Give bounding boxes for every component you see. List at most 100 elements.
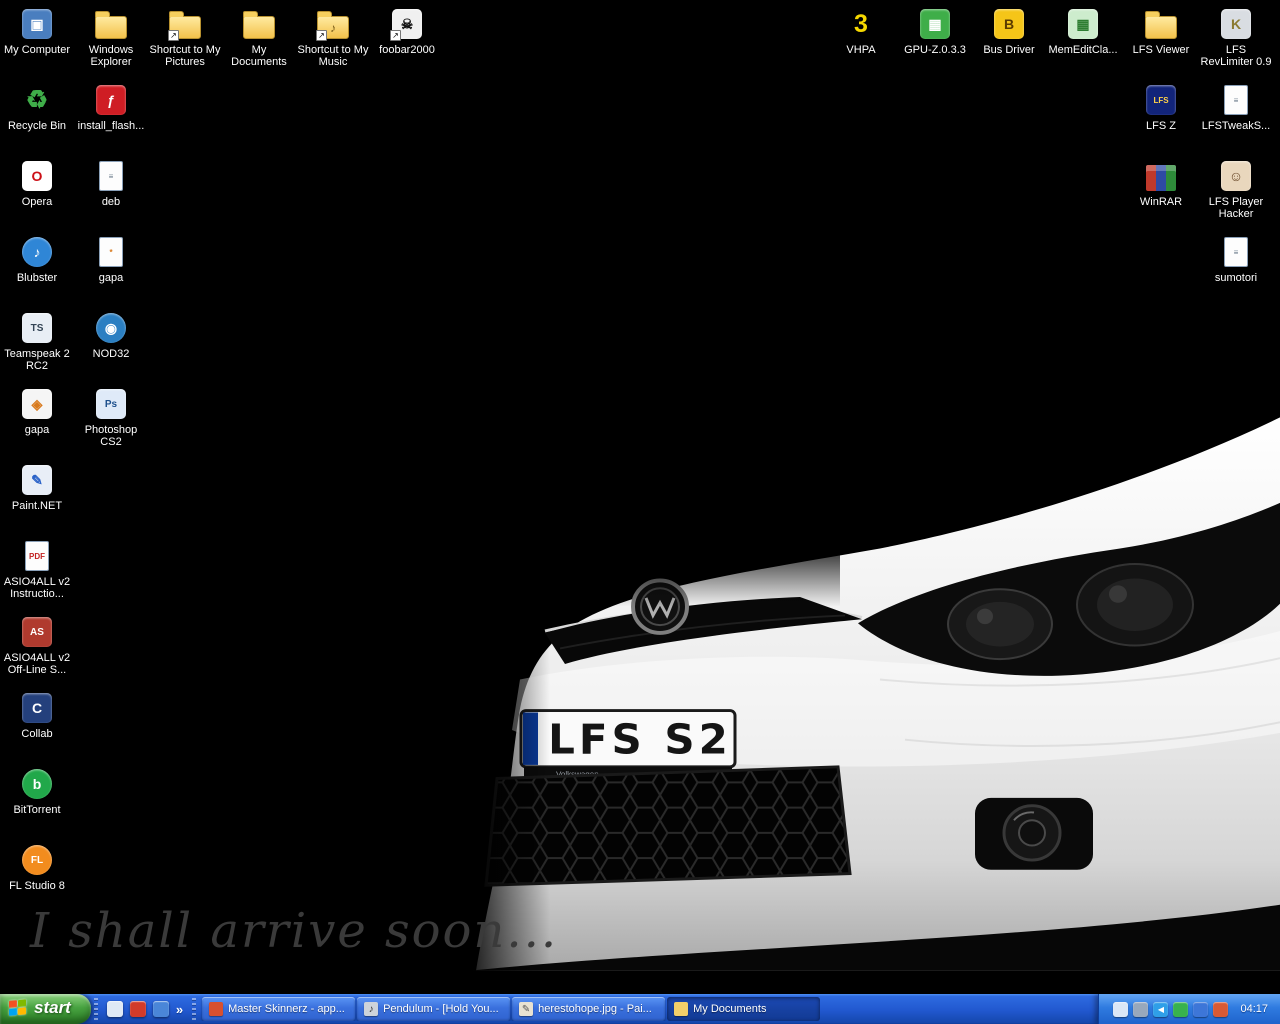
bus-driver-icon: B	[992, 7, 1026, 41]
icon-label: foobar2000	[379, 44, 435, 56]
my-documents-icon-shape	[243, 11, 275, 39]
desktop-icon-install-flash[interactable]: ƒ install_flash...	[74, 78, 148, 154]
desktop-icon-asio4all-v2-offline-setup[interactable]: AS ASIO4ALL v2 Off-Line S...	[0, 610, 74, 686]
desktop-icon-foobar2000[interactable]: ☠ ↗ foobar2000	[370, 2, 444, 78]
desktop-icon-bittorrent[interactable]: b BitTorrent	[0, 762, 74, 838]
desktop-icon-nod32[interactable]: ◉ NOD32	[74, 306, 148, 382]
my-computer-icon-shape: ▣	[22, 9, 52, 39]
shortcut-arrow-icon: ↗	[390, 30, 401, 41]
quick-launch-player-icon[interactable]	[152, 1001, 169, 1017]
sumotori-icon-shape: ≡	[1224, 237, 1248, 267]
desktop-icon-lfstweaks[interactable]: ≡ LFSTweakS...	[1199, 78, 1273, 154]
desktop-icon-photoshop-cs2[interactable]: Ps Photoshop CS2	[74, 382, 148, 458]
taskbar-grip[interactable]	[192, 998, 197, 1020]
desktop-icon-gapa-notepad[interactable]: * gapa	[74, 230, 148, 306]
task-foobar-pendulum[interactable]: ♪ Pendulum - [Hold You...	[357, 997, 511, 1021]
fl-studio-8-icon: FL	[20, 843, 54, 877]
desktop-icon-opera[interactable]: O Opera	[0, 154, 74, 230]
icon-label: Shortcut to My Music	[297, 44, 369, 68]
icon-label: LFS RevLimiter 0.9	[1200, 44, 1272, 68]
install-flash-icon: ƒ	[94, 83, 128, 117]
desktop-icon-windows-explorer[interactable]: Windows Explorer	[74, 2, 148, 78]
icon-label: install_flash...	[77, 120, 145, 132]
taskbar-clock[interactable]: 04:17	[1240, 1003, 1268, 1015]
desktop-icon-lfs-viewer[interactable]: LFS Viewer	[1124, 2, 1198, 78]
my-computer-icon: ▣	[20, 7, 54, 41]
desktop-icon-my-documents[interactable]: My Documents	[222, 2, 296, 78]
desktop-icon-fl-studio-8[interactable]: FL FL Studio 8	[0, 838, 74, 914]
recycle-bin-icon: ♻	[20, 83, 54, 117]
desktop-icon-teamspeak-2-rc2[interactable]: TS Teamspeak 2 RC2	[0, 306, 74, 382]
gpu-z-icon: ▦	[918, 7, 952, 41]
quick-launch-opera-icon[interactable]	[129, 1001, 146, 1017]
quick-launch: »	[101, 1001, 189, 1017]
quick-launch-overflow-chevron[interactable]: »	[176, 1002, 183, 1017]
lfs-revlimiter-icon: K	[1219, 7, 1253, 41]
task-paint-herestohope[interactable]: ✎ herestohope.jpg - Pai...	[512, 997, 666, 1021]
lfs-revlimiter-icon-shape: K	[1221, 9, 1251, 39]
desktop-icon-asio4all-v2-instructions[interactable]: PDF ASIO4ALL v2 Instructio...	[0, 534, 74, 610]
icon-label: LFS Z	[1146, 120, 1176, 132]
icon-label: gapa	[24, 424, 50, 436]
icon-group-top-row-folders: ↗ Shortcut to My Pictures My Documents ♪ ↗ Sh…	[148, 2, 444, 78]
start-label: start	[34, 998, 71, 1017]
desktop-icon-recycle-bin[interactable]: ♻ Recycle Bin	[0, 78, 74, 154]
photoshop-cs2-icon-shape: Ps	[96, 389, 126, 419]
icon-label: Opera	[21, 196, 53, 208]
tray-remote-window-icon[interactable]	[1113, 1001, 1129, 1017]
desktop-icon-gpu-z[interactable]: ▦ GPU-Z.0.3.3	[898, 2, 972, 78]
taskbar-grip[interactable]	[93, 998, 98, 1020]
install-flash-icon-shape: ƒ	[96, 85, 126, 115]
desktop-icon-my-computer[interactable]: ▣ My Computer	[0, 2, 74, 78]
icon-label: VHPA	[846, 44, 876, 56]
desktop-icon-shortcut-to-my-pictures[interactable]: ↗ Shortcut to My Pictures	[148, 2, 222, 78]
tray-icons: ◀	[1113, 1001, 1229, 1017]
icon-label: NOD32	[92, 348, 130, 360]
desktop-icon-bus-driver[interactable]: B Bus Driver	[972, 2, 1046, 78]
task-master-skinnerz[interactable]: Master Skinnerz - app...	[202, 997, 356, 1021]
deb-icon: ≡	[94, 159, 128, 193]
task-buttons: Master Skinnerz - app... ♪ Pendulum - [Hol…	[199, 997, 1098, 1021]
desktop-icon-winrar[interactable]: WinRAR	[1124, 154, 1198, 230]
desktop-icon-collab[interactable]: C Collab	[0, 686, 74, 762]
icon-label: BitTorrent	[13, 804, 61, 816]
desktop-icon-lfs-revlimiter[interactable]: K LFS RevLimiter 0.9	[1199, 2, 1273, 78]
icon-label: ASIO4ALL v2 Instructio...	[3, 576, 71, 600]
desktop[interactable]: LFS S2 Volkswagen I shall arrive soon...…	[0, 0, 1280, 994]
task-foobar-pendulum-label: Pendulum - [Hold You...	[383, 1003, 499, 1015]
desktop-icon-shortcut-to-my-music[interactable]: ♪ ↗ Shortcut to My Music	[296, 2, 370, 78]
tray-show-hidden-chevron[interactable]: ◀	[1153, 1001, 1169, 1017]
desktop-icon-deb[interactable]: ≡ deb	[74, 154, 148, 230]
desktop-icon-blubster[interactable]: ♪ Blubster	[0, 230, 74, 306]
start-button[interactable]: start	[0, 994, 91, 1024]
desktop-icon-vhpa[interactable]: 3 VHPA	[824, 2, 898, 78]
memeditclass-icon: ▦	[1066, 7, 1100, 41]
tray-device-icon[interactable]	[1133, 1001, 1149, 1017]
opera-icon: O	[20, 159, 54, 193]
desktop-icon-lfs-z[interactable]: LFS LFS Z	[1124, 78, 1198, 154]
desktop-icon-memeditclass[interactable]: ▦ MemEditCla...	[1046, 2, 1120, 78]
desktop-icon-lfs-player-hacker[interactable]: ☺ LFS Player Hacker	[1199, 154, 1273, 230]
icon-label: My Computer	[3, 44, 71, 56]
icon-group-right-column-5: LFS Viewer LFS LFS Z WinRAR	[1124, 2, 1198, 230]
shortcut-to-my-music-icon: ♪ ↗	[316, 7, 350, 41]
icon-label: Collab	[21, 728, 53, 740]
memeditclass-icon-shape: ▦	[1068, 9, 1098, 39]
lfs-player-hacker-icon-shape: ☺	[1221, 161, 1251, 191]
tray-antivirus-icon[interactable]	[1173, 1001, 1189, 1017]
desktop-icon-gapa-pinwheel[interactable]: ◈ gapa	[0, 382, 74, 458]
tray-messenger-icon[interactable]	[1213, 1001, 1229, 1017]
quick-launch-show-desktop-icon[interactable]	[106, 1001, 123, 1017]
desktop-icon-paint-net[interactable]: ✎ Paint.NET	[0, 458, 74, 534]
icon-label: Teamspeak 2 RC2	[4, 348, 70, 372]
vhpa-icon: 3	[844, 7, 878, 41]
task-my-documents[interactable]: My Documents	[667, 997, 821, 1021]
winrar-icon	[1144, 159, 1178, 193]
icon-label: MemEditCla...	[1048, 44, 1118, 56]
windows-flag-icon	[9, 998, 28, 1018]
system-tray: ◀ 04:17	[1098, 994, 1280, 1024]
desktop-icon-sumotori[interactable]: ≡ sumotori	[1199, 230, 1273, 306]
tray-display-settings-icon[interactable]	[1193, 1001, 1209, 1017]
gpu-z-icon-shape: ▦	[920, 9, 950, 39]
task-foobar-pendulum-icon: ♪	[364, 1002, 379, 1016]
